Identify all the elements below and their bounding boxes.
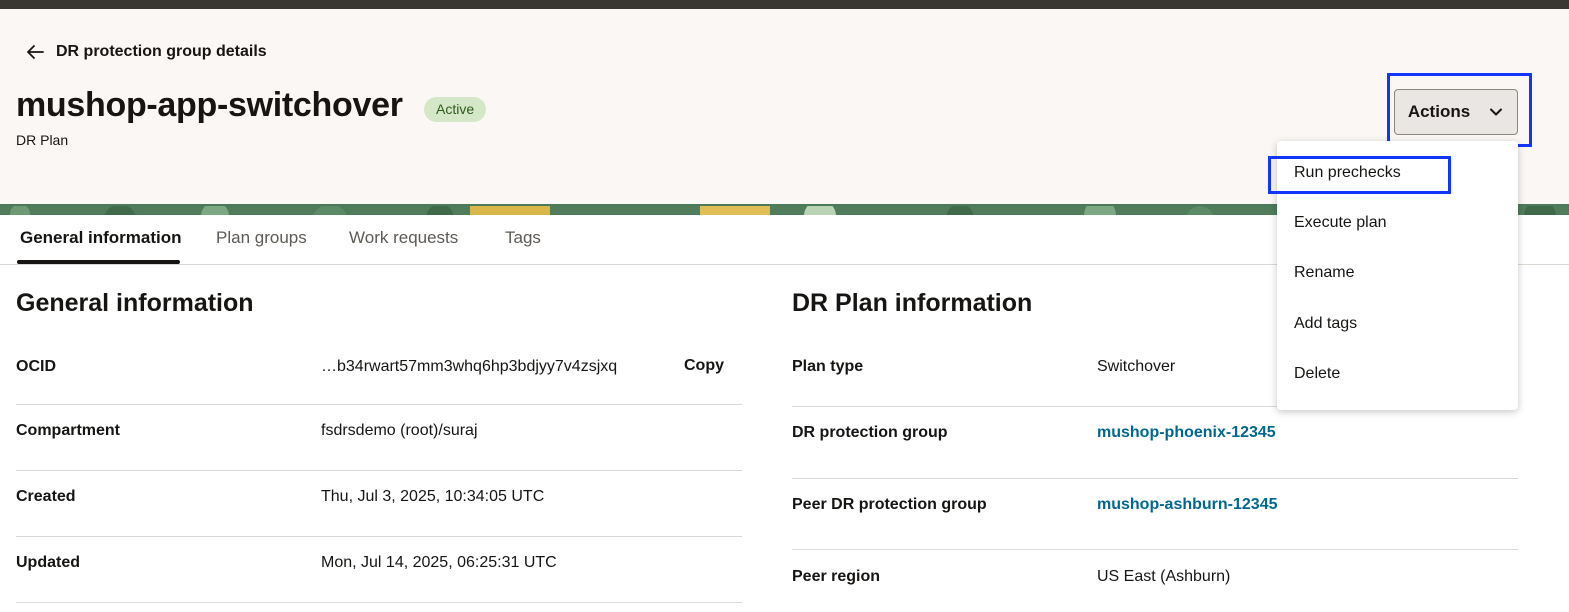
- created-label: Created: [16, 488, 76, 505]
- tab-tags[interactable]: Tags: [505, 228, 541, 248]
- status-badge: Active: [424, 97, 487, 122]
- plan-type-label: Plan type: [792, 358, 864, 375]
- copy-ocid-link[interactable]: Copy: [684, 357, 724, 375]
- general-information-heading: General information: [16, 289, 254, 317]
- ocid-label: OCID: [16, 358, 56, 375]
- page-subtitle: DR Plan: [16, 132, 69, 148]
- row-divider: [792, 549, 1518, 550]
- tab-plan-groups[interactable]: Plan groups: [216, 228, 307, 248]
- dr-plan-information-heading: DR Plan information: [792, 289, 1033, 317]
- back-link[interactable]: DR protection group details: [24, 41, 267, 63]
- row-divider: [16, 404, 742, 405]
- chevron-down-icon: [1490, 108, 1503, 116]
- updated-value: Mon, Jul 14, 2025, 06:25:31 UTC: [321, 554, 557, 571]
- menu-item-execute-plan[interactable]: Execute plan: [1294, 214, 1387, 232]
- dr-protection-group-link[interactable]: mushop-phoenix-12345: [1097, 424, 1276, 442]
- peer-dr-protection-group-link[interactable]: mushop-ashburn-12345: [1097, 496, 1277, 514]
- peer-region-label: Peer region: [792, 568, 881, 585]
- row-divider: [16, 470, 742, 471]
- compartment-value: fsdrsdemo (root)/suraj: [321, 422, 478, 439]
- actions-button-label: Actions: [1407, 102, 1471, 121]
- tab-general-information[interactable]: General information: [20, 228, 182, 248]
- row-divider: [16, 536, 742, 537]
- actions-button[interactable]: Actions: [1394, 89, 1518, 135]
- updated-label: Updated: [16, 554, 80, 571]
- active-tab-indicator: [17, 260, 180, 264]
- ocid-value: …b34rwart57mm3whq6hp3bdjyy7v4zsjxq: [321, 358, 618, 375]
- peer-region-value: US East (Ashburn): [1097, 568, 1231, 585]
- dr-protection-group-label: DR protection group: [792, 424, 948, 441]
- menu-item-rename[interactable]: Rename: [1294, 264, 1354, 282]
- top-bar: [0, 0, 1569, 9]
- plan-type-value: Switchover: [1097, 358, 1176, 375]
- peer-dr-protection-group-label: Peer DR protection group: [792, 496, 987, 513]
- tab-work-requests[interactable]: Work requests: [349, 228, 458, 248]
- row-divider: [16, 602, 742, 603]
- compartment-label: Compartment: [16, 422, 121, 439]
- arrow-left-icon: [27, 45, 44, 59]
- menu-item-delete[interactable]: Delete: [1294, 365, 1340, 383]
- back-link-label: DR protection group details: [56, 43, 267, 60]
- run-prechecks-highlight-box: [1268, 156, 1451, 194]
- page-title: mushop-app-switchover: [16, 86, 403, 124]
- row-divider: [792, 478, 1518, 479]
- created-value: Thu, Jul 3, 2025, 10:34:05 UTC: [321, 488, 545, 505]
- menu-item-add-tags[interactable]: Add tags: [1294, 315, 1357, 333]
